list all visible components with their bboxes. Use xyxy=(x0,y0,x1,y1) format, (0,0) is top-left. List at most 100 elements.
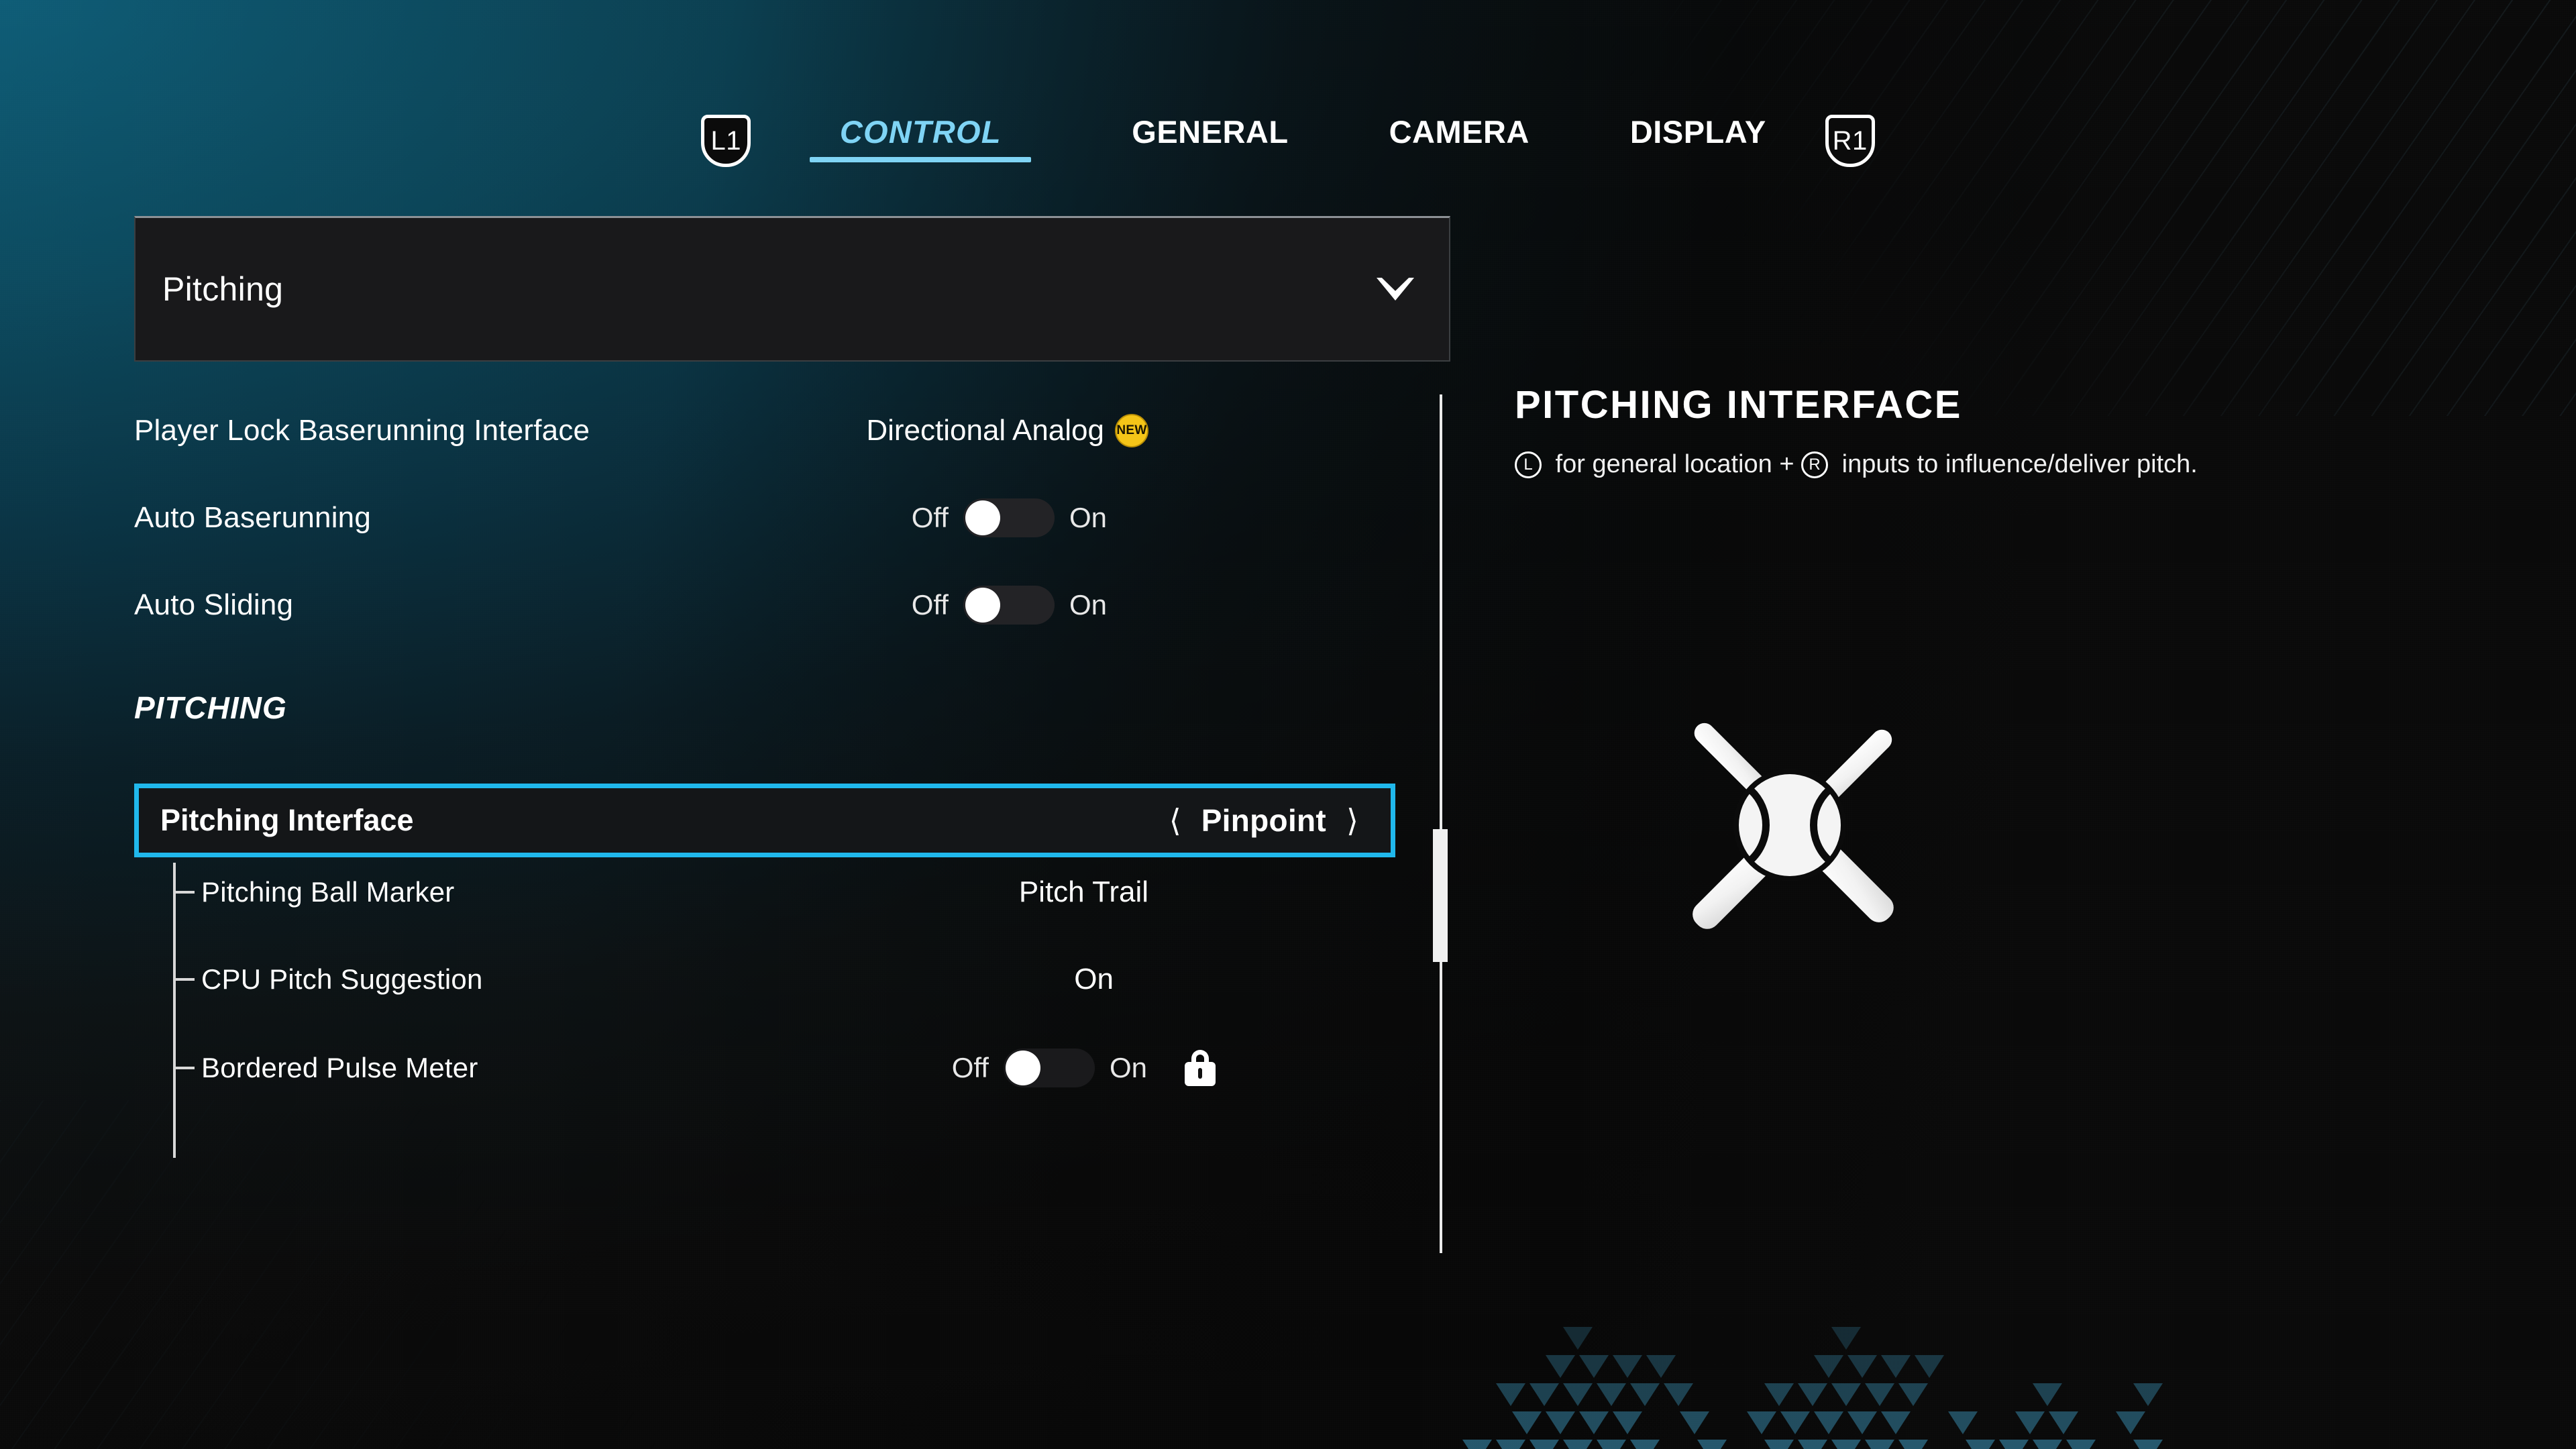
triangle-decoration-unit xyxy=(1697,1440,1727,1449)
lock-keyhole xyxy=(1198,1068,1202,1079)
settings-list: Player Lock Baserunning Interface Direct… xyxy=(134,389,1436,1254)
vertical-divider xyxy=(1440,394,1442,1253)
detail-title: PITCHING INTERFACE xyxy=(1515,383,1962,427)
setting-row-pitching-interface[interactable]: Pitching Interface ⟨ Pinpoint ⟩ xyxy=(134,784,1395,857)
triangle-decoration-unit xyxy=(1747,1411,1776,1434)
setting-value-area: Directional Analog NEW xyxy=(792,409,1395,452)
triangle-decoration-unit xyxy=(1780,1411,1810,1434)
chevron-left-icon[interactable]: ⟨ xyxy=(1169,805,1181,836)
r1-bumper-button[interactable]: R1 xyxy=(1825,115,1875,167)
setting-value-area: Pitch Trail xyxy=(792,871,1395,914)
toggle-knob[interactable] xyxy=(965,588,1000,623)
toggle-knob[interactable] xyxy=(1005,1051,1040,1085)
setting-label: Pitching Ball Marker xyxy=(201,876,455,908)
triangle-decoration-unit xyxy=(2033,1440,2062,1449)
triangle-decoration-unit xyxy=(1831,1383,1861,1406)
tab-general[interactable]: GENERAL xyxy=(1132,113,1288,169)
triangle-decoration-unit xyxy=(2133,1383,2163,1406)
triangle-decoration-unit xyxy=(1597,1383,1626,1406)
tree-branch-stub xyxy=(173,1067,195,1069)
detail-description-part2: inputs to influence/deliver pitch. xyxy=(1835,450,2198,478)
tree-guide-line xyxy=(173,863,176,1158)
section-header-pitching: PITCHING xyxy=(134,690,287,725)
triangle-decoration-unit xyxy=(2033,1383,2062,1406)
tree-branch-stub xyxy=(173,978,195,981)
triangle-decoration-unit xyxy=(1948,1411,1978,1434)
triangle-decoration-unit xyxy=(1529,1440,1559,1449)
setting-value-area: Off On xyxy=(792,496,1395,539)
setting-row-auto-sliding[interactable]: Auto Sliding Off On xyxy=(134,584,1395,627)
setting-value-area: Off On xyxy=(792,1046,1395,1089)
triangle-decoration-unit xyxy=(2049,1411,2078,1434)
toggle-auto-baserunning[interactable]: Off On xyxy=(912,498,1107,537)
triangle-decoration-unit xyxy=(1966,1440,1995,1449)
setting-value-area: Off On xyxy=(792,584,1395,627)
setting-row-auto-baserunning[interactable]: Auto Baserunning Off On xyxy=(134,496,1395,539)
triangle-decoration-unit xyxy=(1597,1440,1626,1449)
setting-row-pitching-ball-marker[interactable]: Pitching Ball Marker Pitch Trail xyxy=(201,871,1395,914)
category-dropdown[interactable]: Pitching xyxy=(134,216,1450,362)
toggle-off-label: Off xyxy=(911,589,949,621)
l1-bumper-button[interactable]: L1 xyxy=(701,115,751,167)
triangle-decoration-unit xyxy=(2066,1440,2096,1449)
triangle-decoration-unit xyxy=(1915,1355,1944,1378)
triangle-decoration-unit xyxy=(1579,1411,1609,1434)
toggle-knob[interactable] xyxy=(965,500,1000,535)
triangle-decoration-unit xyxy=(1898,1440,1928,1449)
triangle-decoration-unit xyxy=(1865,1383,1894,1406)
tab-control-label: CONTROL xyxy=(839,113,1002,150)
crossed-bats-baseball-icon xyxy=(1629,671,1951,979)
triangle-decoration-unit xyxy=(1847,1411,1877,1434)
triangle-decoration-unit xyxy=(1613,1411,1642,1434)
toggle-off-label: Off xyxy=(951,1052,989,1083)
stepper-value: Pinpoint xyxy=(1201,803,1327,838)
triangle-decoration-unit xyxy=(1646,1355,1676,1378)
setting-value: Directional Analog xyxy=(866,414,1104,447)
setting-row-cpu-pitch-suggestion[interactable]: CPU Pitch Suggestion On xyxy=(201,958,1395,1001)
setting-row-bordered-pulse-meter[interactable]: Bordered Pulse Meter Off On xyxy=(201,1046,1395,1089)
toggle-track[interactable] xyxy=(963,586,1055,625)
setting-row-player-lock-baserunning-interface[interactable]: Player Lock Baserunning Interface Direct… xyxy=(134,409,1395,452)
tab-camera[interactable]: CAMERA xyxy=(1389,113,1529,169)
triangle-decoration-unit xyxy=(1630,1440,1660,1449)
tab-general-label: GENERAL xyxy=(1132,113,1289,150)
triangle-decoration-unit xyxy=(1865,1440,1894,1449)
triangle-decoration-unit xyxy=(1798,1383,1827,1406)
setting-value: Pitch Trail xyxy=(1018,875,1148,908)
tab-active-underline xyxy=(810,156,1032,162)
toggle-on-label: On xyxy=(1109,1052,1147,1083)
triangle-decoration-unit xyxy=(1881,1355,1911,1378)
toggle-on-label: On xyxy=(1069,502,1107,533)
setting-label: Bordered Pulse Meter xyxy=(201,1052,478,1083)
chevron-right-icon[interactable]: ⟩ xyxy=(1346,805,1358,836)
tab-control[interactable]: CONTROL xyxy=(810,113,1032,169)
triangle-decoration-unit xyxy=(1680,1411,1709,1434)
setting-label: Auto Sliding xyxy=(134,588,294,621)
triangle-decoration-unit xyxy=(1529,1383,1559,1406)
toggle-auto-sliding[interactable]: Off On xyxy=(912,586,1107,625)
triangle-decoration-unit xyxy=(1563,1383,1593,1406)
triangle-decoration-unit xyxy=(1563,1327,1593,1350)
triangle-decoration-unit xyxy=(1462,1440,1492,1449)
toggle-track[interactable] xyxy=(963,498,1055,537)
toggle-on-label: On xyxy=(1069,589,1107,621)
tab-display[interactable]: DISPLAY xyxy=(1630,113,1766,169)
triangle-decoration-unit xyxy=(1814,1411,1843,1434)
detail-panel: PITCHING INTERFACE L for general locatio… xyxy=(1515,382,2508,1322)
triangle-decoration-unit xyxy=(2015,1411,2045,1434)
toggle-bordered-pulse-meter[interactable]: Off On xyxy=(952,1049,1216,1087)
triangle-decoration-unit xyxy=(1831,1327,1861,1350)
toggle-track[interactable] xyxy=(1003,1049,1095,1087)
tab-bar: L1 CONTROL GENERAL CAMERA DISPLAY R1 xyxy=(0,101,2576,181)
toggle-off-label: Off xyxy=(911,502,949,533)
lock-icon xyxy=(1185,1050,1216,1086)
triangle-decoration-unit xyxy=(1764,1383,1794,1406)
triangle-decoration-unit xyxy=(1898,1383,1928,1406)
triangle-decoration-unit xyxy=(1496,1383,1525,1406)
stepper-pitching-interface[interactable]: ⟨ Pinpoint ⟩ xyxy=(1169,802,1358,839)
tree-branch-stub xyxy=(173,891,195,894)
setting-value-area: On xyxy=(792,958,1395,1001)
new-badge: NEW xyxy=(1115,414,1148,447)
setting-label: Pitching Interface xyxy=(160,803,414,837)
scrollbar-thumb[interactable] xyxy=(1433,829,1448,962)
